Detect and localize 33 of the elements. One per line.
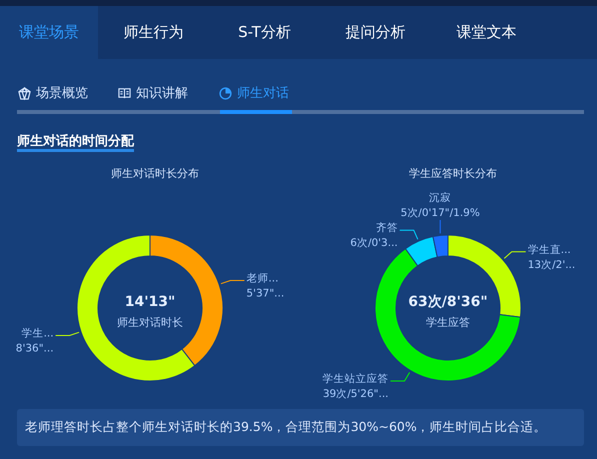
slice-label: 学生直... — [528, 244, 571, 256]
leader-line — [504, 251, 526, 259]
slice-label: 齐答 — [376, 222, 398, 234]
center-value: 63次/8'36" — [408, 294, 488, 310]
slice-value: 5次/0'17"/1.9% — [400, 207, 480, 219]
leader-line — [399, 230, 418, 240]
slice-value: 8'36"... — [16, 342, 54, 355]
center-value: 14'13" — [124, 294, 176, 310]
slice-value: 13次/2'... — [528, 258, 576, 271]
slice-label: 老师... — [246, 272, 278, 284]
leader-line — [390, 372, 410, 382]
leader-line — [440, 220, 441, 234]
sub-tab[interactable]: 知识讲解 — [118, 83, 219, 103]
summary-text: 老师理答时长占整个师生对话时长的39.5%，合理范围为30%~60%，师生时间占比合适。 — [17, 409, 584, 446]
main-tab[interactable]: 课堂场景 — [0, 6, 98, 59]
slice-value: 5'37"... — [246, 287, 284, 300]
slice-label: 学生站立应答 — [322, 373, 388, 386]
section-title: 师生对话的时间分配 — [17, 134, 134, 152]
pie-chart-icon — [219, 86, 232, 100]
leader-line — [220, 280, 245, 284]
slice-value: 6次/0'3... — [350, 237, 398, 250]
center-label: 师生对话时长 — [117, 316, 183, 329]
center-label: 学生应答 — [426, 316, 470, 329]
leader-line — [55, 332, 80, 336]
sub-tab[interactable]: 师生对话 — [219, 83, 289, 103]
gem-icon — [18, 86, 31, 100]
slice-label: 沉寂 — [429, 192, 452, 204]
sub-tab[interactable]: 场景概览 — [18, 83, 118, 103]
chart-title: 师生对话时长分布 — [110, 166, 200, 180]
book-icon — [118, 86, 131, 100]
slice-label: 学生... — [22, 328, 54, 340]
chart-title: 学生应答时长分布 — [408, 166, 498, 180]
slice-value: 39次/5'26"... — [322, 388, 388, 400]
